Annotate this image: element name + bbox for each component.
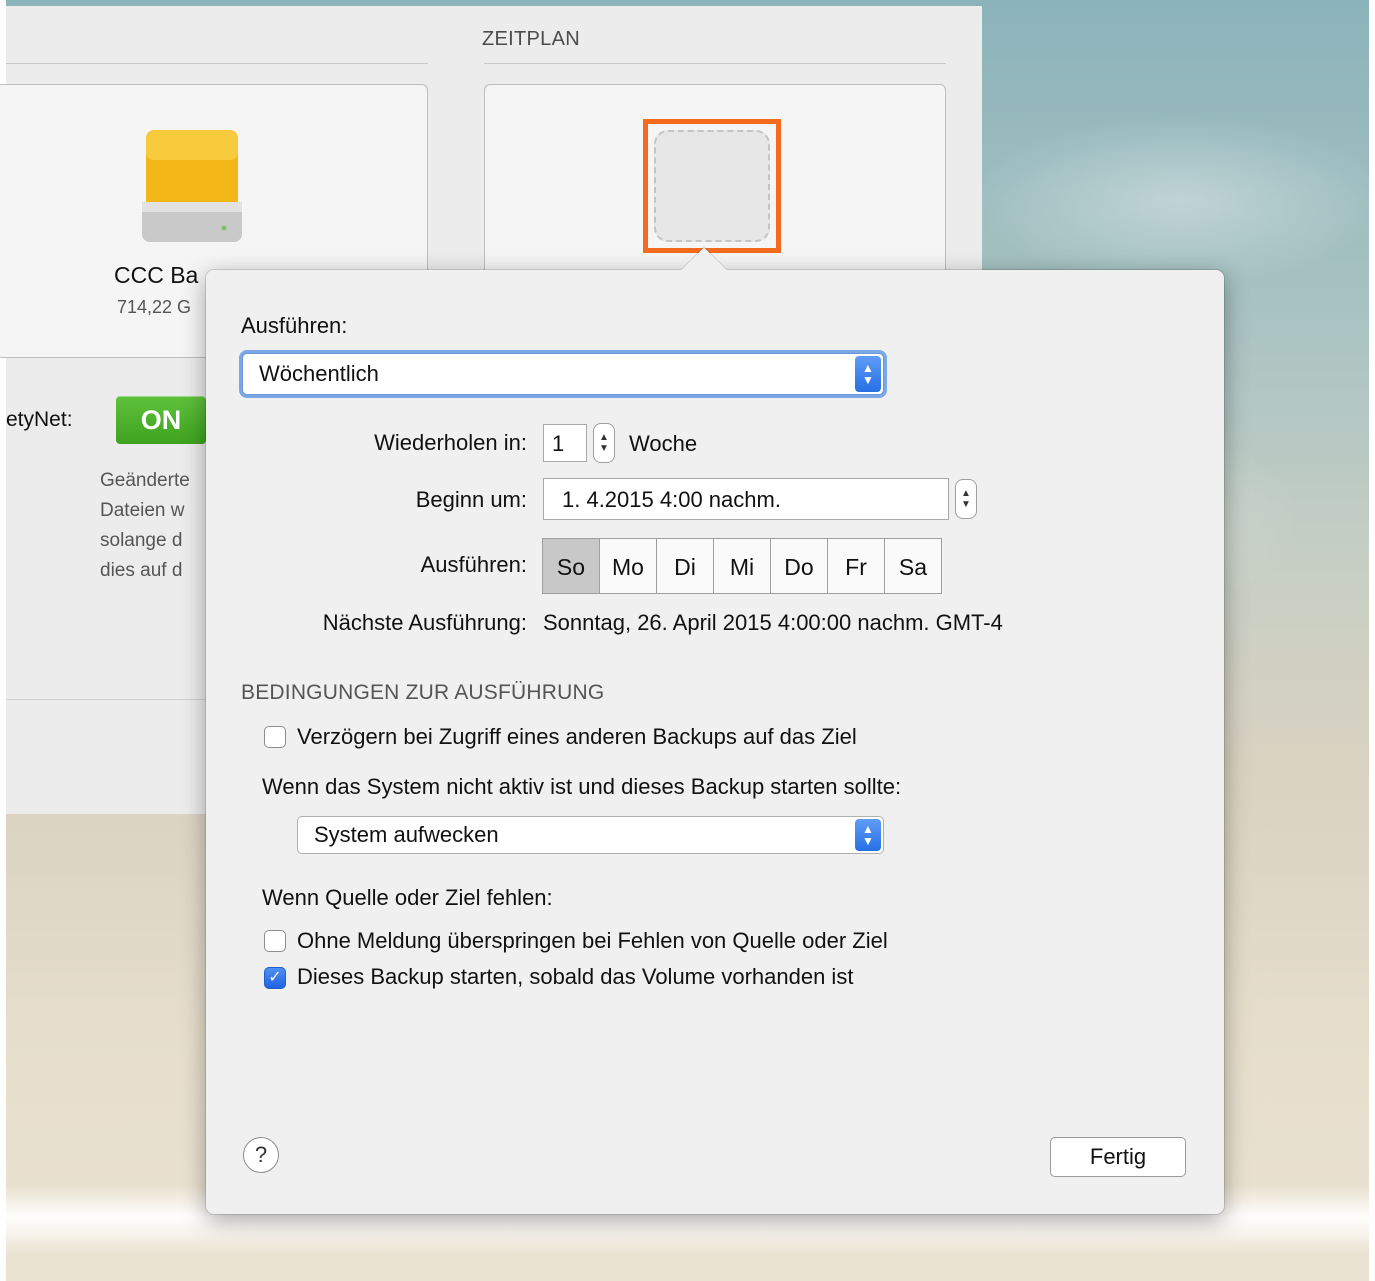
- popup-arrows-icon: ▲ ▼: [855, 356, 881, 392]
- missing-label: Wenn Quelle oder Ziel fehlen:: [262, 885, 553, 910]
- next-run-value: Sonntag, 26. April 2015 4:00:00 nachm. G…: [543, 610, 1003, 635]
- safetynet-description: Geänderte Dateien w solange d dies auf d: [100, 466, 190, 586]
- conditions-section-title: BEDINGUNGEN ZUR AUSFÜHRUNG: [241, 681, 605, 704]
- start-when-present-checkbox[interactable]: ✓: [264, 967, 286, 989]
- done-button[interactable]: Fertig: [1050, 1137, 1186, 1177]
- source-drive-title: CCC Ba: [114, 262, 199, 288]
- skip-checkbox-label[interactable]: Ohne Meldung überspringen bei Fehlen von…: [297, 928, 888, 954]
- schedule-drop-target-highlight[interactable]: [643, 119, 781, 253]
- weekday-segmented-control: So Mo Di Mi Do Fr Sa: [542, 538, 942, 594]
- external-drive-icon: [142, 130, 242, 242]
- safetynet-desc-line: solange d: [100, 530, 183, 551]
- repeat-unit: Woche: [629, 431, 698, 456]
- day-sunday[interactable]: So: [542, 538, 600, 594]
- safetynet-desc-line: Geänderte: [100, 470, 190, 491]
- safetynet-label: etyNet:: [6, 408, 73, 431]
- day-wednesday[interactable]: Mi: [713, 538, 771, 594]
- frequency-value: Wöchentlich: [259, 361, 379, 386]
- help-button[interactable]: ?: [243, 1137, 279, 1173]
- days-label: Ausführen:: [420, 552, 527, 577]
- day-thursday[interactable]: Do: [770, 538, 828, 594]
- day-tuesday[interactable]: Di: [656, 538, 714, 594]
- safetynet-desc-line: dies auf d: [100, 560, 183, 581]
- start-datetime-field[interactable]: 1. 4.2015 4:00 nachm.: [543, 478, 949, 520]
- safetynet-desc-line: Dateien w: [100, 500, 185, 521]
- start-datetime-stepper[interactable]: ▲ ▼: [955, 479, 977, 519]
- day-friday[interactable]: Fr: [827, 538, 885, 594]
- start-when-present-label[interactable]: Dieses Backup starten, sobald das Volume…: [297, 964, 853, 990]
- run-label: Ausführen:: [241, 313, 348, 338]
- safetynet-toggle[interactable]: ON: [116, 396, 206, 444]
- delay-checkbox-label[interactable]: Verzögern bei Zugriff eines anderen Back…: [297, 724, 857, 750]
- skip-checkbox[interactable]: [264, 930, 286, 952]
- next-run-label: Nächste Ausführung:: [322, 610, 527, 635]
- inactive-action-value: System aufwecken: [314, 822, 499, 847]
- start-label: Beginn um:: [415, 487, 527, 512]
- inactive-label: Wenn das System nicht aktiv ist und dies…: [262, 774, 902, 799]
- schedule-section-title: ZEITPLAN: [482, 28, 580, 50]
- source-drive-size: 714,22 G: [117, 297, 192, 317]
- day-monday[interactable]: Mo: [599, 538, 657, 594]
- inactive-action-popup[interactable]: System aufwecken ▲ ▼: [297, 816, 884, 854]
- schedule-placeholder-icon: [654, 130, 770, 242]
- repeat-label: Wiederholen in:: [374, 430, 527, 455]
- popup-arrows-icon: ▲ ▼: [855, 819, 881, 851]
- repeat-interval-field[interactable]: 1: [543, 424, 587, 462]
- repeat-stepper[interactable]: ▲ ▼: [593, 423, 615, 463]
- delay-checkbox[interactable]: [264, 726, 286, 748]
- schedule-section-rule: [484, 63, 946, 64]
- checkmark-icon: ✓: [268, 969, 282, 986]
- day-saturday[interactable]: Sa: [884, 538, 942, 594]
- screenshot-border-right: [1369, 0, 1375, 1281]
- source-section-rule: [6, 63, 428, 64]
- frequency-popup[interactable]: Wöchentlich ▲ ▼: [242, 353, 884, 395]
